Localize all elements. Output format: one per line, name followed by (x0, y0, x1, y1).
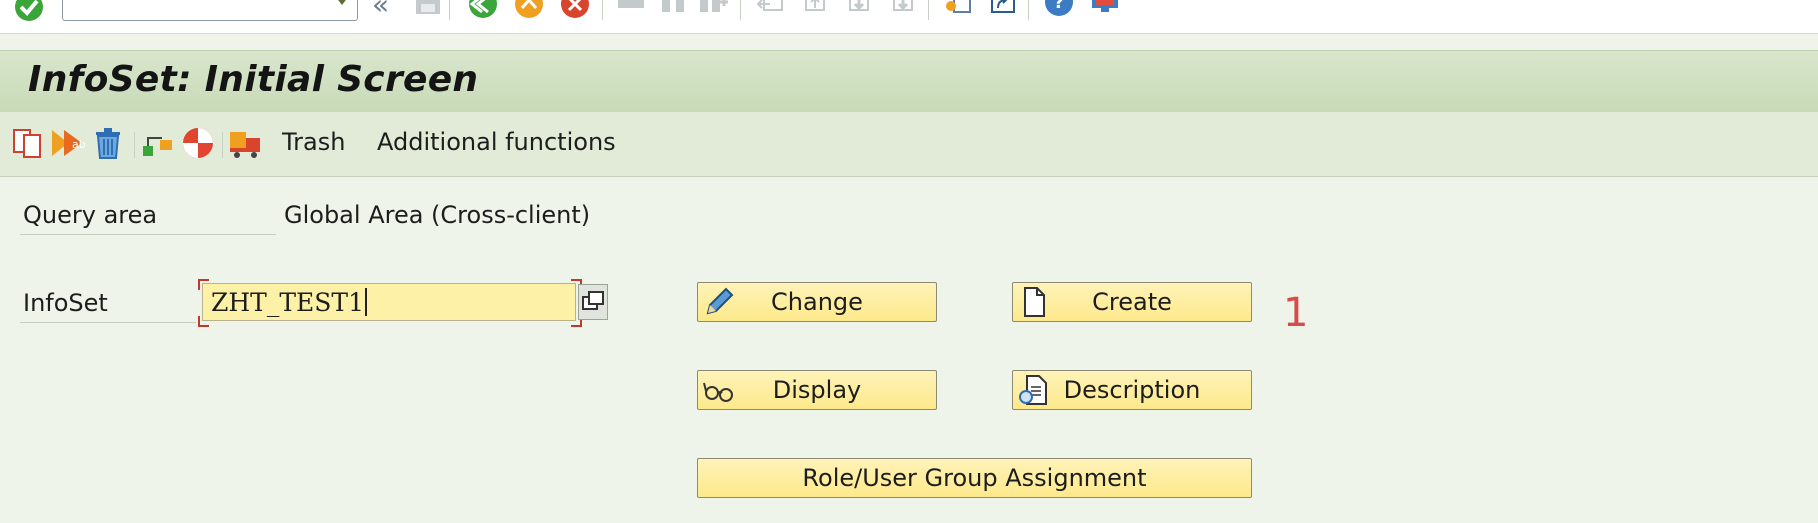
role-user-group-assignment-button[interactable]: Role/User Group Assignment (697, 458, 1252, 498)
customize-layout-icon[interactable] (1088, 0, 1122, 26)
toolbar-separator (602, 0, 603, 20)
exit-icon[interactable] (512, 0, 546, 26)
svg-text:ab: ab (72, 138, 86, 151)
back-double-chevron-icon[interactable]: « (372, 0, 389, 21)
shortcut-icon[interactable] (986, 0, 1020, 26)
save-icon[interactable] (412, 0, 446, 26)
text-cursor (364, 288, 367, 316)
pencil-icon (702, 285, 736, 319)
toolbar-separator (134, 132, 135, 158)
print-icon[interactable] (614, 0, 648, 26)
value-help-button[interactable] (578, 284, 608, 320)
last-page-icon[interactable] (886, 0, 920, 26)
role-assignment-button-label: Role/User Group Assignment (802, 464, 1147, 492)
toolbar-separator (740, 0, 741, 20)
infoset-input-wrapper: ZHT_TEST1 (198, 279, 582, 327)
toolbar-separator (222, 132, 223, 158)
find-next-icon[interactable] (696, 0, 730, 26)
document-search-icon (1017, 373, 1051, 407)
trash-button[interactable]: Trash (282, 128, 345, 156)
display-button-label: Display (772, 376, 862, 404)
chevron-down-icon[interactable] (335, 0, 349, 5)
help-icon[interactable]: ? (1042, 0, 1076, 26)
system-toolbar: « ? (0, 0, 1818, 34)
toolbar-separator (1028, 0, 1029, 20)
focus-corner (198, 316, 209, 327)
additional-functions-menu[interactable]: Additional functions (377, 128, 616, 156)
title-bar: InfoSet: Initial Screen (0, 50, 1818, 113)
copy-icon[interactable] (10, 126, 46, 160)
first-page-icon[interactable] (754, 0, 788, 26)
back-icon[interactable] (466, 0, 500, 26)
create-session-icon[interactable] (942, 0, 976, 26)
label-underline (20, 322, 196, 323)
label-underline (20, 234, 276, 235)
application-toolbar: ab Trash Additional functions (0, 112, 1818, 177)
infoset-input[interactable]: ZHT_TEST1 (202, 283, 576, 321)
where-used-icon[interactable] (140, 126, 176, 160)
page-title: InfoSet: Initial Screen (28, 59, 479, 100)
toolbar-separator (928, 0, 929, 20)
rename-icon[interactable]: ab (50, 126, 86, 160)
focus-corner (198, 279, 209, 290)
cancel-icon[interactable] (558, 0, 592, 26)
description-button[interactable]: Description (1012, 370, 1252, 410)
enter-check-icon[interactable] (12, 0, 46, 26)
query-area-label: Query area (23, 201, 158, 229)
change-button[interactable]: Change (697, 282, 937, 322)
find-icon[interactable] (656, 0, 690, 26)
create-button-label: Create (1092, 288, 1172, 316)
transport-icon[interactable] (228, 126, 264, 160)
check-icon[interactable] (180, 126, 216, 160)
delete-icon[interactable] (90, 126, 126, 160)
description-button-label: Description (1063, 376, 1201, 404)
query-area-value: Global Area (Cross-client) (284, 201, 591, 229)
command-field[interactable] (62, 0, 358, 21)
previous-page-icon[interactable] (798, 0, 832, 26)
new-document-icon (1017, 285, 1051, 319)
svg-text:?: ? (1054, 0, 1064, 13)
glasses-icon (702, 373, 736, 407)
next-page-icon[interactable] (842, 0, 876, 26)
infoset-input-value: ZHT_TEST1 (211, 288, 364, 317)
step-annotation: 1 (1283, 290, 1309, 336)
display-button[interactable]: Display (697, 370, 937, 410)
toolbar-separator (449, 0, 450, 20)
create-button[interactable]: Create (1012, 282, 1252, 322)
infoset-label: InfoSet (23, 289, 108, 317)
change-button-label: Change (771, 288, 863, 316)
value-help-icon (582, 291, 604, 310)
